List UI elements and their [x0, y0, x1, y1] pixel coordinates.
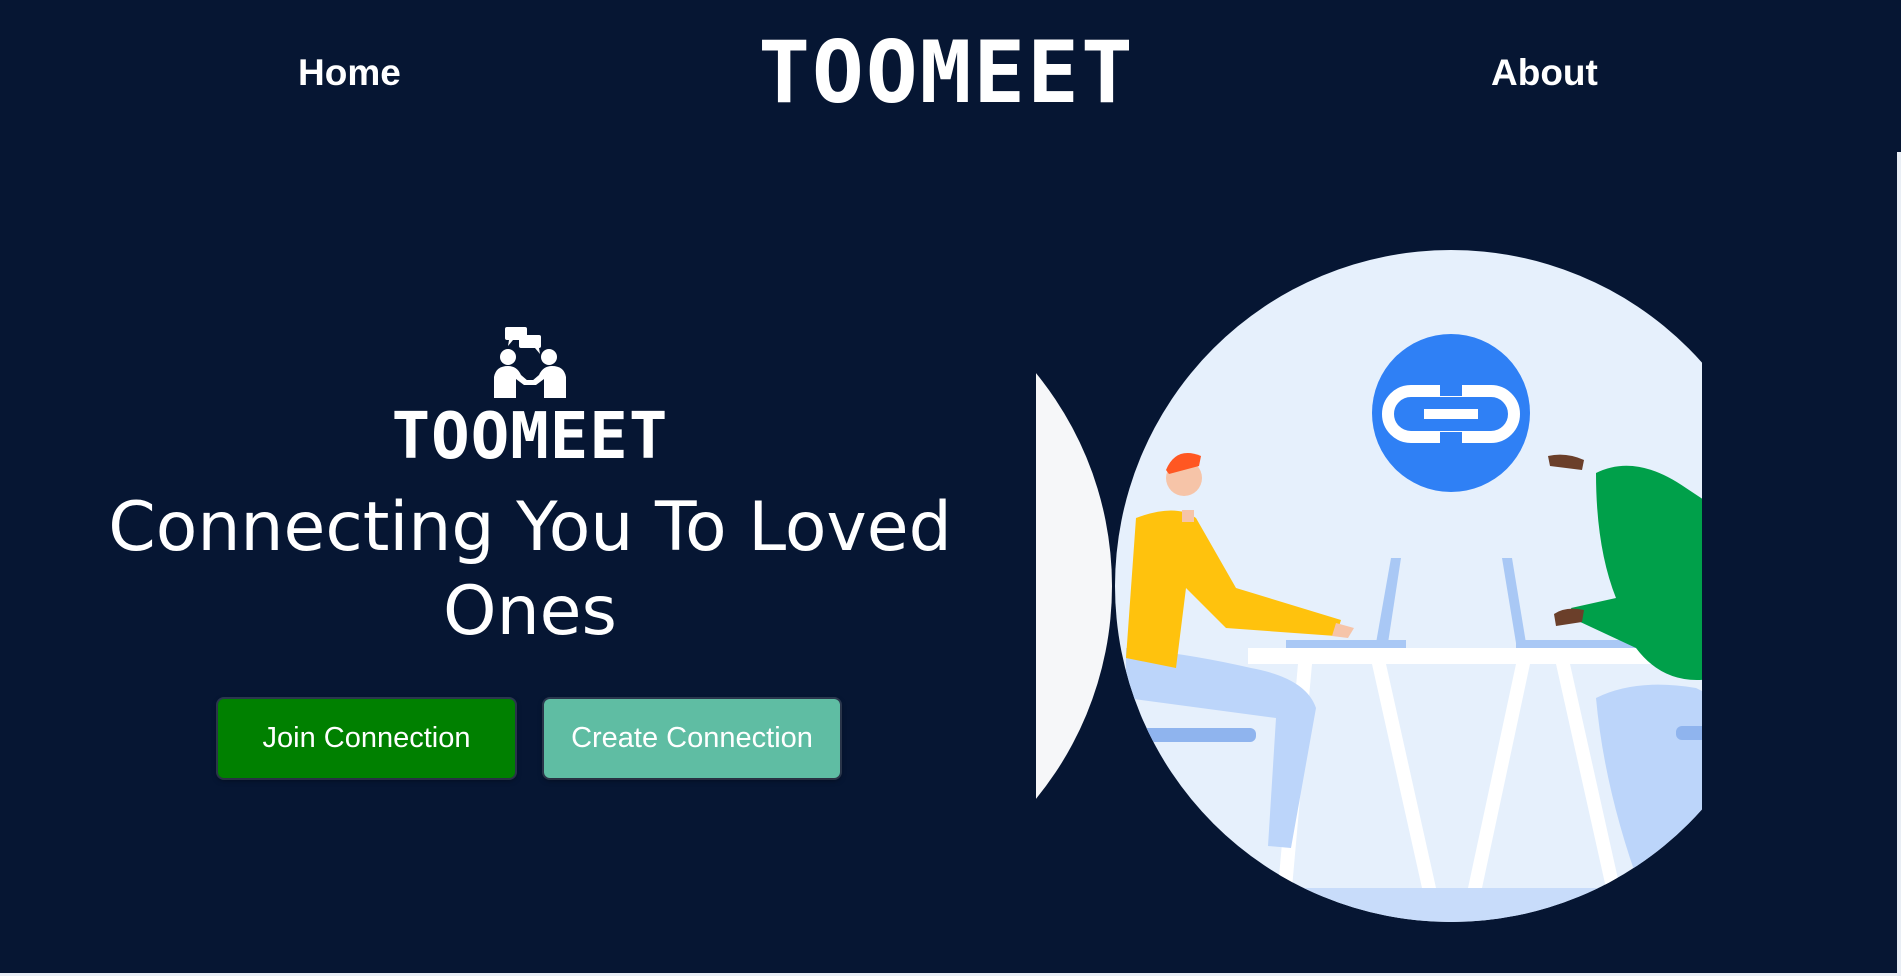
- hero-illustration: [1036, 250, 1702, 922]
- hero-logo-text: TOOMEET: [391, 400, 669, 474]
- join-connection-button[interactable]: Join Connection: [218, 699, 515, 778]
- scrollbar[interactable]: [1897, 152, 1901, 976]
- nav-home-link[interactable]: Home: [298, 52, 401, 94]
- hero-tagline: Connecting You To Loved Ones: [108, 488, 952, 651]
- previous-slide-image: [1036, 373, 1112, 799]
- top-navigation: Home TOOMEET About: [0, 0, 1901, 150]
- site-logo[interactable]: TOOMEET: [704, 28, 1189, 118]
- people-chat-icon: [494, 327, 566, 398]
- nav-about-link[interactable]: About: [1491, 52, 1598, 94]
- link-icon: [1372, 334, 1530, 492]
- create-connection-button[interactable]: Create Connection: [544, 699, 840, 778]
